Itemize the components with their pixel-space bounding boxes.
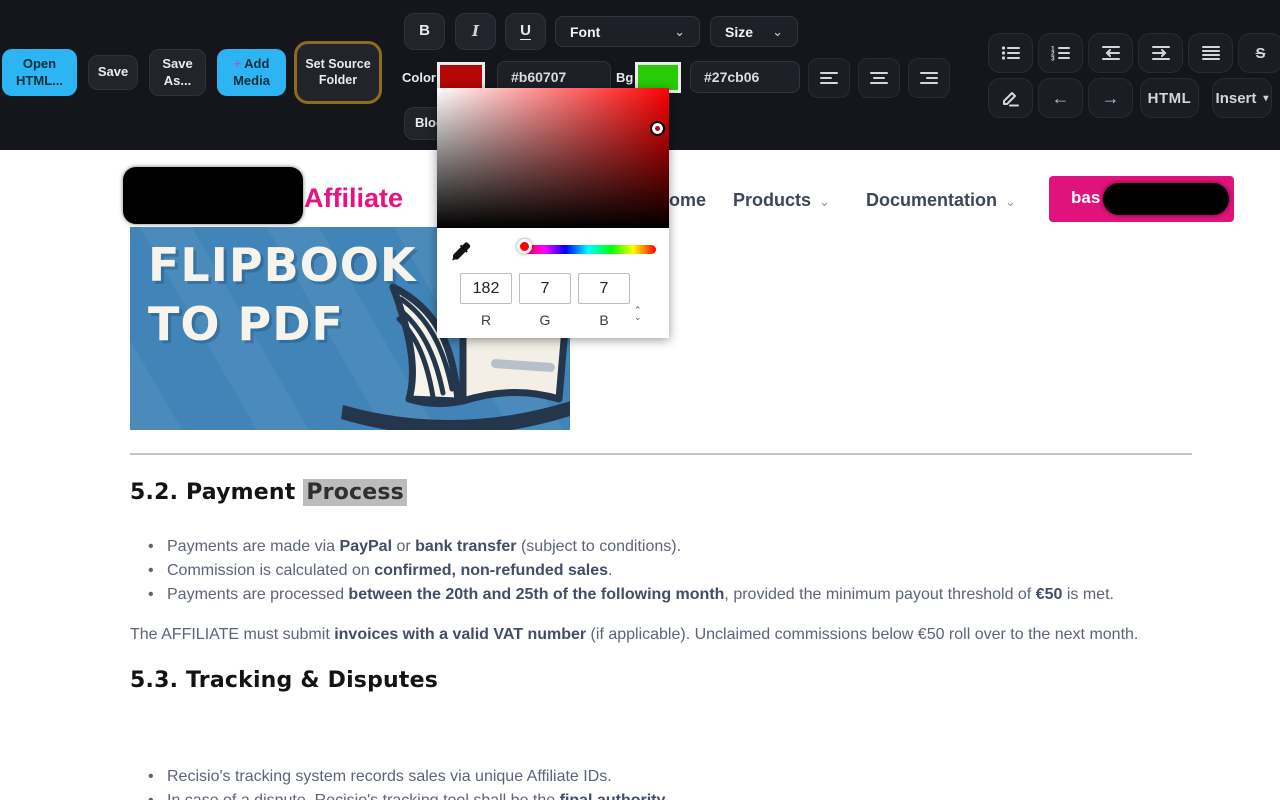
chevron-down-icon: ⌄: [674, 24, 685, 40]
align-right-icon: [919, 70, 939, 86]
bg-hex-input[interactable]: #27cb06: [690, 61, 800, 93]
clear-format-button[interactable]: [988, 78, 1033, 118]
blue-label: B: [578, 312, 630, 328]
caret-down-icon: ▾: [1263, 93, 1268, 104]
outdent-icon: [1101, 45, 1121, 61]
unordered-list-icon: [1001, 45, 1021, 61]
color-picker-popup: 182 7 7 R G B ⌃⌄: [437, 88, 669, 338]
header-cta-button[interactable]: bas: [1049, 176, 1234, 222]
nav-item-products[interactable]: Products⌄: [733, 190, 830, 211]
align-center-icon: [869, 70, 889, 86]
redo-arrow-icon: →: [1102, 88, 1120, 109]
saturation-cursor[interactable]: [650, 121, 665, 136]
green-value-input[interactable]: 7: [519, 273, 571, 304]
horizontal-rule: [130, 453, 1192, 455]
svg-text:3: 3: [1051, 56, 1055, 62]
align-right-button[interactable]: [908, 58, 950, 98]
section-heading-5-3: 5.3. Tracking & Disputes: [130, 668, 438, 693]
color-mode-toggle[interactable]: ⌃⌄: [634, 307, 642, 321]
font-select[interactable]: Font⌄: [555, 16, 700, 47]
ordered-list-button[interactable]: 123: [1038, 33, 1083, 73]
red-label: R: [460, 312, 512, 328]
red-value-input[interactable]: 182: [460, 273, 512, 304]
align-left-icon: [819, 70, 839, 86]
redacted-logo: [123, 167, 303, 224]
tracking-list: Recisio's tracking system records sales …: [148, 765, 665, 800]
bg-label: Bg: [616, 70, 633, 85]
list-item: Commission is calculated on confirmed, n…: [148, 559, 1114, 583]
underline-button[interactable]: U: [505, 13, 546, 50]
green-label: G: [519, 312, 571, 328]
align-left-button[interactable]: [808, 58, 850, 98]
affiliate-paragraph: The AFFILIATE must submit invoices with …: [130, 623, 1138, 647]
open-html-button[interactable]: Open HTML...: [2, 49, 77, 96]
outdent-button[interactable]: [1088, 33, 1133, 73]
redacted-text: [1103, 183, 1229, 215]
banner-title-line2: TO PDF: [148, 297, 344, 351]
insert-dropdown-button[interactable]: Insert▾: [1212, 78, 1272, 118]
redo-button[interactable]: →: [1088, 78, 1133, 118]
undo-button[interactable]: ←: [1038, 78, 1083, 118]
hue-slider[interactable]: [521, 245, 656, 254]
save-as-button[interactable]: Save As...: [149, 49, 206, 96]
current-color-preview: [476, 230, 510, 264]
payment-list: Payments are made via PayPal or bank tra…: [148, 535, 1114, 607]
indent-icon: [1151, 45, 1171, 61]
section-heading-5-2: 5.2. Payment Process: [130, 480, 407, 505]
undo-arrow-icon: ←: [1052, 88, 1070, 109]
justify-icon: [1201, 45, 1221, 61]
chevron-down-icon: ⌄: [819, 194, 830, 209]
selected-text-highlight: Process: [303, 479, 407, 506]
ordered-list-icon: 123: [1051, 45, 1071, 61]
color-label: Color: [402, 70, 436, 85]
list-item: Payments are made via PayPal or bank tra…: [148, 535, 1114, 559]
unordered-list-button[interactable]: [988, 33, 1033, 73]
strikethrough-icon: S: [1255, 45, 1265, 62]
eyedropper-icon[interactable]: [449, 240, 471, 262]
nav-item-documentation[interactable]: Documentation⌄: [866, 190, 1016, 211]
bold-button[interactable]: B: [404, 13, 445, 50]
saturation-value-field[interactable]: [437, 88, 669, 228]
brand-suffix-text: Affiliate: [304, 183, 403, 214]
app-window: Affiliate Home Products⌄ Documentation⌄ …: [0, 0, 1280, 800]
list-item: Recisio's tracking system records sales …: [148, 765, 665, 789]
indent-button[interactable]: [1138, 33, 1183, 73]
save-button[interactable]: Save: [88, 55, 138, 90]
hue-slider-handle[interactable]: [517, 239, 532, 254]
set-source-folder-button[interactable]: Set Source Folder: [294, 41, 382, 104]
cta-label: bas: [1071, 188, 1100, 208]
list-item: In case of a dispute, Recisio's tracking…: [148, 789, 665, 800]
plus-icon: +: [234, 56, 242, 71]
chevron-down-icon: ⌄: [1005, 194, 1016, 209]
chevron-down-icon: ⌄: [772, 24, 783, 40]
align-center-button[interactable]: [858, 58, 900, 98]
justify-button[interactable]: [1188, 33, 1233, 73]
strikethrough-button[interactable]: S: [1238, 33, 1280, 73]
italic-button[interactable]: I: [455, 13, 496, 50]
pencil-icon: [1001, 89, 1021, 107]
add-media-button[interactable]: +Add Media: [217, 49, 286, 96]
blue-value-input[interactable]: 7: [578, 273, 630, 304]
size-select[interactable]: Size⌄: [710, 16, 798, 47]
html-source-button[interactable]: HTML: [1140, 78, 1199, 118]
list-item: Payments are processed between the 20th …: [148, 583, 1114, 607]
